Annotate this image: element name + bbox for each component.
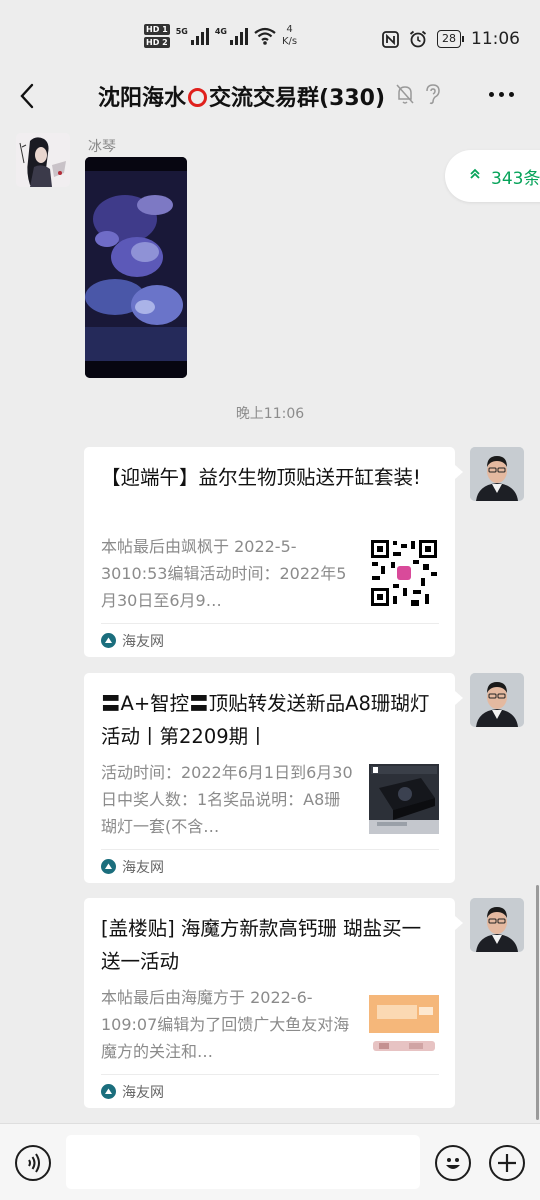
status-bar: HD 1 HD 2 5G 4G 4 K/s 28 11:06 [0, 0, 540, 70]
promo-thumbnail [369, 989, 439, 1059]
card-title: 【迎端午】益尔生物顶贴送开缸套装! [101, 466, 421, 489]
avatar-image [470, 447, 524, 501]
status-bar-right: 28 11:06 [382, 29, 520, 49]
card-footer: 海友网 [101, 1074, 439, 1108]
nfc-icon [382, 30, 399, 48]
page-title: 沈阳海水 交流交易群(330) [98, 80, 385, 112]
card-description: 本帖最后由海魔方于 2022-6-109:07编辑为了回馈广大鱼友对海魔方的关注… [101, 988, 350, 1061]
mute-bell-icon [396, 84, 414, 104]
unread-messages-button[interactable]: 343条 [445, 150, 540, 202]
message-input[interactable] [66, 1135, 420, 1189]
status-bar-left: HD 1 HD 2 5G 4G 4 K/s [144, 24, 297, 48]
card-description: 活动时间：2022年6月1日到6月30日中奖人数：1名奖品说明：A8珊瑚灯一套(… [101, 763, 353, 836]
sender-avatar[interactable] [16, 133, 70, 187]
wifi-icon [254, 27, 276, 45]
avatar-image [470, 673, 524, 727]
more-dot-icon [499, 92, 504, 97]
hd1-badge: HD 1 [144, 24, 170, 35]
emoji-icon [446, 1158, 460, 1169]
product-thumbnail [369, 764, 439, 834]
sender-name: 冰琴 [88, 139, 116, 155]
hd-badges: HD 1 HD 2 [144, 24, 170, 48]
avatar-image [470, 898, 524, 952]
emoji-button[interactable] [435, 1145, 471, 1181]
card-footer: 海友网 [101, 849, 439, 883]
qr-code-thumbnail [369, 538, 439, 608]
card-source: 海友网 [122, 859, 164, 876]
card-body: 本帖最后由海魔方于 2022-6-109:07编辑为了回馈广大鱼友对海魔方的关注… [101, 984, 439, 1074]
my-avatar[interactable] [470, 898, 524, 952]
chat-header: 沈阳海水 交流交易群(330) [0, 70, 540, 122]
unread-count: 343条 [491, 168, 540, 189]
clock: 11:06 [471, 29, 520, 49]
card-description: 本帖最后由飒枫于 2022-5-3010:53编辑活动时间：2022年5月30日… [101, 537, 347, 610]
network-speed: 4 K/s [282, 24, 297, 48]
source-logo-icon [101, 1084, 116, 1099]
double-chevron-up-icon [469, 168, 481, 184]
voice-icon [28, 1153, 40, 1173]
title-text-after: 交流交易群(330) [209, 86, 386, 111]
video-message[interactable] [85, 157, 187, 378]
source-logo-icon [101, 633, 116, 648]
shared-link-card[interactable]: 〓A+智控〓顶贴转发送新品A8珊瑚灯活动丨第2209期丨 活动时间：2022年6… [84, 673, 463, 883]
card-title: [盖楼贴] 海魔方新款高钙珊 瑚盐买一送一活动 [101, 917, 422, 973]
video-thumbnail-image [85, 157, 187, 378]
scrollbar[interactable] [536, 885, 539, 1120]
card-title: 〓A+智控〓顶贴转发送新品A8珊瑚灯活动丨第2209期丨 [101, 692, 430, 748]
my-avatar[interactable] [470, 673, 524, 727]
hd2-badge: HD 2 [144, 37, 170, 48]
signal-5g-icon: 5G [176, 27, 209, 45]
voice-input-button[interactable] [15, 1145, 51, 1181]
more-functions-button[interactable] [489, 1145, 525, 1181]
ear-icon [426, 84, 440, 105]
back-button[interactable] [14, 78, 42, 114]
more-dot-icon [489, 92, 494, 97]
battery-indicator: 28 [437, 30, 464, 48]
input-bar [0, 1123, 540, 1200]
net2-label: 4G [214, 27, 227, 36]
title-text-before: 沈阳海水 [98, 86, 187, 111]
sender-avatar-image [16, 133, 70, 187]
back-arrow-icon [20, 83, 34, 109]
speed-unit: K/s [281, 36, 298, 47]
card-body: 活动时间：2022年6月1日到6月30日中奖人数：1名奖品说明：A8珊瑚灯一套(… [101, 759, 439, 849]
card-source: 海友网 [122, 1084, 164, 1101]
card-body: 本帖最后由飒枫于 2022-5-3010:53编辑活动时间：2022年5月30日… [101, 533, 439, 623]
shared-link-card[interactable]: 【迎端午】益尔生物顶贴送开缸套装! 本帖最后由飒枫于 2022-5-3010:5… [84, 447, 463, 657]
plus-icon [498, 1154, 516, 1172]
more-button[interactable] [489, 92, 514, 97]
speed-value: 4 [286, 24, 293, 35]
alarm-icon [409, 30, 427, 48]
red-circle-icon [188, 88, 208, 107]
card-footer: 海友网 [101, 623, 439, 657]
my-avatar[interactable] [470, 447, 524, 501]
net1-label: 5G [175, 27, 188, 36]
shared-link-card[interactable]: [盖楼贴] 海魔方新款高钙珊 瑚盐买一送一活动 本帖最后由海魔方于 2022-6… [84, 898, 463, 1108]
signal-4g-icon: 4G [215, 27, 248, 45]
source-logo-icon [101, 859, 116, 874]
more-dot-icon [509, 92, 514, 97]
message-timestamp: 晚上11:06 [235, 406, 305, 422]
card-source: 海友网 [122, 633, 164, 650]
